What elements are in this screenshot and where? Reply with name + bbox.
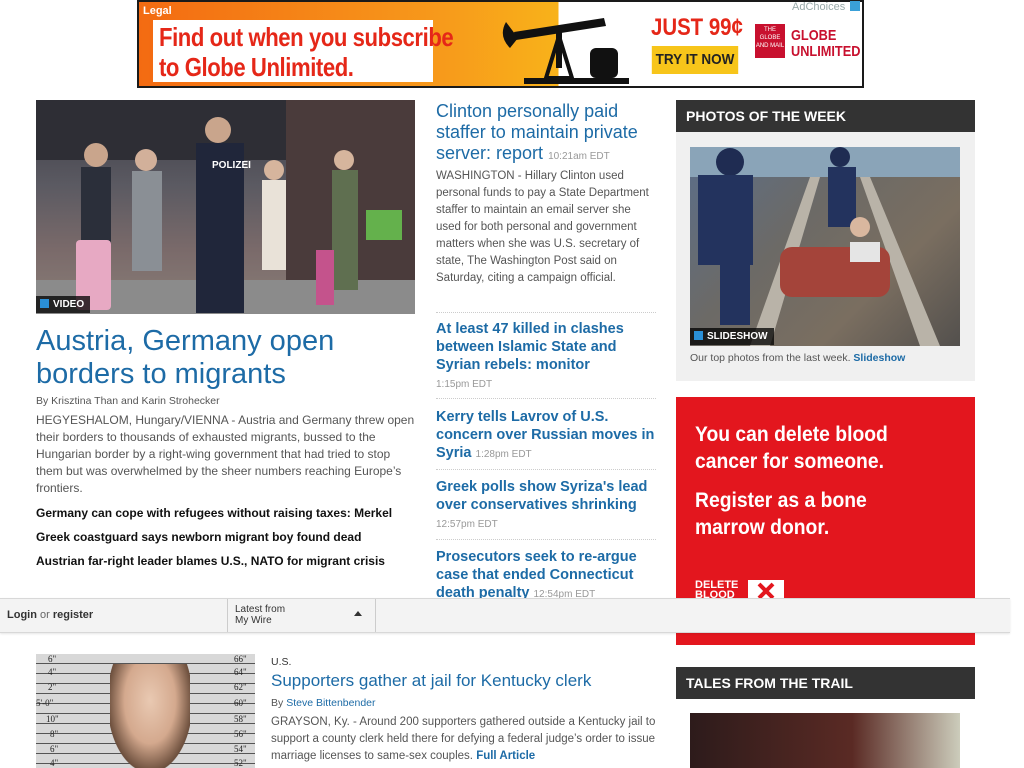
related-link[interactable]: Austrian far-right leader blames U.S., N… — [36, 554, 385, 568]
height-mark: 4" — [50, 758, 59, 768]
lead-story-image[interactable]: POLIZEI VIDEO — [36, 100, 415, 314]
ad-line-1: You can delete blood — [695, 423, 888, 446]
play-icon — [40, 299, 49, 308]
height-mark: 66" — [234, 654, 247, 664]
slideshow-badge-label: SLIDESHOW — [707, 331, 768, 342]
story-headline[interactable]: Supporters gather at jail for Kentucky c… — [271, 671, 591, 691]
height-mark: 62" — [234, 682, 247, 692]
wire-line-1: Latest from — [235, 604, 286, 615]
slideshow-icon — [694, 331, 703, 340]
video-badge[interactable]: VIDEO — [36, 296, 91, 313]
timestamp: 12:54pm EDT — [533, 589, 596, 598]
polizei-sign: POLIZEI — [212, 160, 251, 171]
divider — [436, 539, 656, 540]
ad-copy: Find out when you subscribe to Globe Unl… — [149, 20, 454, 82]
photos-caption-text: Our top photos from the last week. — [690, 352, 851, 364]
divider — [436, 469, 656, 470]
ad-line-2: to Globe Unlimited. — [159, 52, 354, 82]
ad-line-2: cancer for someone. — [695, 450, 884, 473]
top-story-headline[interactable]: Clinton personally paid staffer to maint… — [436, 101, 658, 167]
video-badge-label: VIDEO — [53, 299, 85, 310]
story-headline[interactable]: Prosecutors seek to re-argue case that e… — [436, 548, 658, 598]
my-wire-toggle[interactable]: Latest from My Wire — [235, 604, 285, 626]
height-mark: 6" — [48, 654, 57, 664]
height-mark: 10" — [46, 714, 59, 724]
height-mark: 2" — [48, 682, 57, 692]
related-link[interactable]: Germany can cope with refugees without r… — [36, 506, 392, 520]
brand-line-2: UNLIMITED — [791, 43, 861, 60]
ad-line-3: Register as a bone — [695, 489, 867, 512]
height-mark: 60" — [234, 698, 247, 708]
tales-from-trail-header[interactable]: TALES FROM THE TRAIL — [676, 667, 975, 699]
height-mark: 5'-0" — [36, 698, 54, 708]
timestamp: 1:15pm EDT — [436, 379, 493, 390]
photos-caption: Our top photos from the last week. Slide… — [690, 352, 905, 364]
related-link[interactable]: Greek coastguard says newborn migrant bo… — [36, 530, 361, 544]
height-mark: 56" — [234, 729, 247, 739]
photos-of-week-header[interactable]: PHOTOS OF THE WEEK — [676, 100, 975, 132]
story-title: Greek polls show Syriza's lead over cons… — [436, 479, 648, 513]
byline-prefix: By — [271, 697, 284, 709]
height-mark: 4" — [48, 667, 57, 677]
lead-story-summary: HEGYESHALOM, Hungary/VIENNA - Austria an… — [36, 413, 415, 495]
wire-line-2: My Wire — [235, 615, 272, 626]
delete-blood-logo: DELETE BLOOD — [695, 580, 738, 601]
divider — [436, 312, 656, 313]
adchoices-label: AdChoices — [792, 1, 846, 13]
caret-up-icon[interactable] — [354, 611, 362, 616]
slideshow-badge[interactable]: SLIDESHOW — [690, 328, 774, 345]
ad-line-1: Find out when you subscribe — [159, 22, 454, 52]
story-summary: GRAYSON, Ky. - Around 200 supporters gat… — [271, 714, 661, 765]
height-mark: 64" — [234, 667, 247, 677]
top-story-summary: WASHINGTON - Hillary Clinton used person… — [436, 170, 649, 284]
face-photo — [110, 664, 190, 768]
section-label[interactable]: U.S. — [271, 656, 291, 668]
photos-of-week-image[interactable]: SLIDESHOW — [690, 147, 960, 346]
story-summary-text: GRAYSON, Ky. - Around 200 supporters gat… — [271, 716, 656, 762]
rail-photo — [690, 147, 960, 346]
height-mark: 58" — [234, 714, 247, 724]
register-link[interactable]: register — [53, 609, 93, 621]
story-headline[interactable]: At least 47 killed in clashes between Is… — [436, 320, 658, 394]
lead-story-headline[interactable]: Austria, Germany open borders to migrant… — [36, 325, 416, 391]
story-title: Kerry tells Lavrov of U.S. concern over … — [436, 409, 655, 461]
story-headline[interactable]: Kerry tells Lavrov of U.S. concern over … — [436, 408, 658, 464]
ad-tag: Legal — [143, 5, 172, 17]
tales-from-trail-image[interactable] — [690, 713, 960, 768]
full-article-link[interactable]: Full Article — [476, 750, 535, 762]
sticky-bottom-bar: Login or register Latest from My Wire — [0, 598, 1010, 633]
try-it-now-button[interactable]: TRY IT NOW — [651, 46, 739, 74]
timestamp: 12:57pm EDT — [436, 519, 498, 530]
divider — [436, 398, 656, 399]
height-mark: 6" — [50, 744, 59, 754]
divider — [375, 599, 376, 632]
slideshow-link[interactable]: Slideshow — [853, 352, 905, 364]
adchoices-icon — [850, 1, 861, 11]
adchoices-link[interactable]: AdChoices — [792, 1, 861, 13]
migrants-photo — [36, 100, 415, 314]
oil-pump-icon — [502, 18, 629, 84]
or-text: or — [40, 609, 50, 621]
author-link[interactable]: Steve Bittenbender — [286, 697, 375, 709]
height-mark: 54" — [234, 744, 247, 754]
timestamp: 1:28pm EDT — [475, 449, 532, 460]
ad-price: JUST 99¢ — [651, 14, 743, 41]
brand-line-1: GLOBE — [791, 27, 837, 44]
subscription-ad-banner[interactable]: Legal Find out when you subscribe to Glo… — [137, 0, 864, 88]
story-title: At least 47 killed in clashes between Is… — [436, 321, 624, 373]
lead-story-byline: By Krisztina Than and Karin Strohecker — [36, 395, 220, 407]
story-byline: By Steve Bittenbender — [271, 697, 376, 709]
login-register: Login or register — [7, 609, 93, 621]
globe-and-mail-logo: THE GLOBE AND MAIL — [755, 24, 785, 58]
divider — [227, 599, 228, 632]
height-mark: 8" — [50, 729, 59, 739]
ad-line-4: marrow donor. — [695, 516, 830, 539]
mugshot-image[interactable]: 6" 4" 2" 5'-0" 10" 8" 6" 4" 66" 64" 62" … — [36, 654, 255, 768]
globe-unlimited-brand: GLOBE UNLIMITED — [791, 28, 860, 60]
timestamp: 10:21am EDT — [548, 151, 610, 162]
story-headline[interactable]: Greek polls show Syriza's lead over cons… — [436, 478, 658, 534]
height-mark: 52" — [234, 758, 247, 768]
login-link[interactable]: Login — [7, 609, 37, 621]
